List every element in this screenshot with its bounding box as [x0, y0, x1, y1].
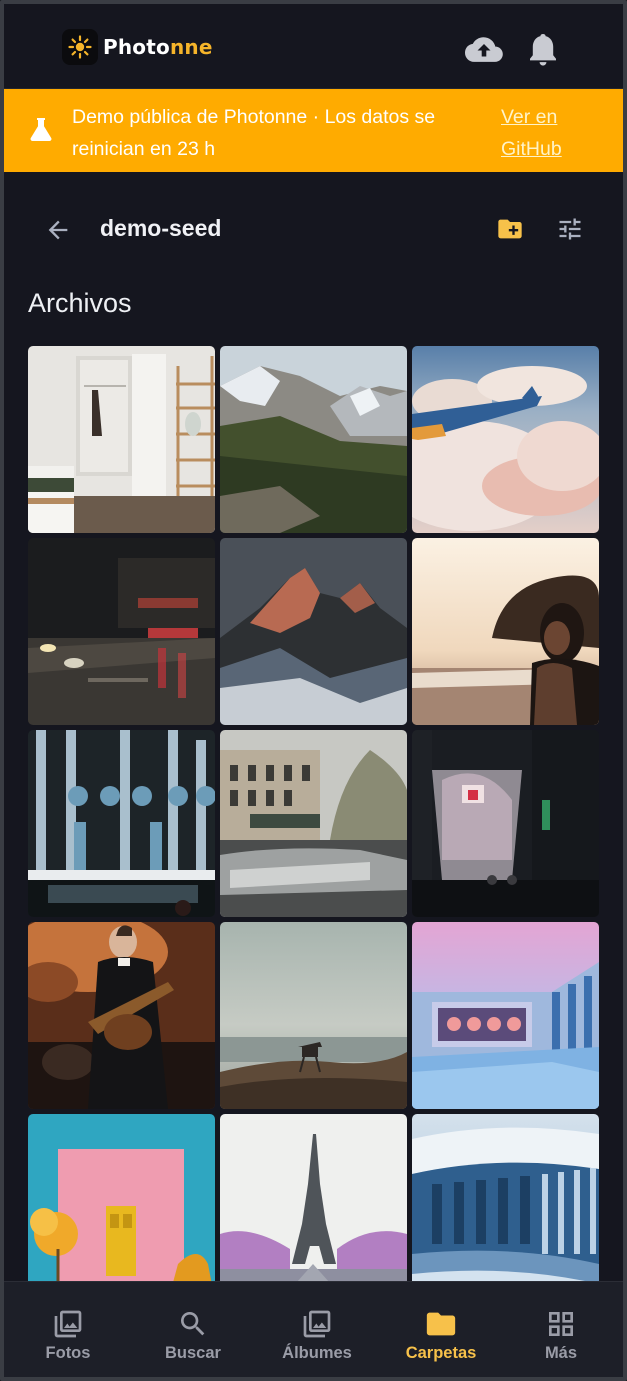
github-link[interactable]: Ver en GitHub	[501, 101, 591, 165]
brand[interactable]: Photonne	[62, 29, 213, 65]
photo-guitarist-in-tuxedo[interactable]	[28, 922, 215, 1109]
brand-name-part1: Photo	[103, 35, 170, 59]
section-title: Archivos	[28, 288, 132, 318]
photo-city-street-at-night[interactable]	[28, 538, 215, 725]
folder-icon	[423, 1306, 459, 1342]
tab-label-fotos: Fotos	[45, 1344, 91, 1362]
app-frame: Photonne Demo pública de Photonne · Los …	[0, 0, 627, 1381]
photo-bedroom-wardrobe-shelves[interactable]	[28, 346, 215, 533]
tab-carpetas[interactable]: Carpetas	[379, 1282, 503, 1377]
tab-label-mas: Más	[544, 1344, 578, 1362]
photo-eiffel-tower-pink-trees[interactable]	[220, 1114, 407, 1281]
sun-logo-icon	[62, 29, 98, 65]
folder-plus-icon[interactable]	[492, 211, 528, 247]
tab-fotos[interactable]: Fotos	[6, 1282, 130, 1377]
folder-name: demo-seed	[100, 215, 222, 241]
tab-mas[interactable]: Más	[499, 1282, 623, 1377]
demo-banner: Demo pública de Photonne · Los datos se …	[4, 89, 623, 172]
photo-woman-on-beach-sunset[interactable]	[412, 538, 599, 725]
photo-lifeguard-tower-seaside[interactable]	[220, 922, 407, 1109]
search-icon	[175, 1306, 211, 1342]
arrow-left-icon[interactable]	[40, 212, 76, 248]
cloud-upload-icon[interactable]	[464, 30, 504, 70]
tab-label-albumes: Álbumes	[282, 1344, 352, 1362]
tab-label-buscar: Buscar	[165, 1344, 221, 1362]
tune-icon[interactable]	[552, 211, 588, 247]
photo-icon	[50, 1306, 86, 1342]
photo-neon-alley-at-dusk[interactable]	[412, 730, 599, 917]
brand-name-part2: nne	[169, 35, 213, 59]
top-bar: Photonne	[4, 4, 623, 89]
photo-paris-street-blurred-car[interactable]	[220, 730, 407, 917]
folder-toolbar: demo-seed	[4, 172, 623, 284]
photo-grid	[28, 346, 599, 1281]
photo-blue-modern-architecture[interactable]	[412, 1114, 599, 1281]
photo-pink-house-yellow-door[interactable]	[28, 1114, 215, 1281]
albums-icon	[299, 1306, 335, 1342]
brand-name: Photonne	[103, 35, 213, 59]
tab-buscar[interactable]: Buscar	[131, 1282, 255, 1377]
banner-text: Demo pública de Photonne · Los datos se …	[72, 106, 436, 160]
tab-albumes[interactable]: Álbumes	[255, 1282, 379, 1377]
photo-airplane-wing-over-clouds[interactable]	[412, 346, 599, 533]
bottom-nav: Fotos Buscar Álbumes Carpetas Más	[4, 1281, 623, 1377]
tab-label-carpetas: Carpetas	[405, 1344, 477, 1362]
photo-industrial-pipes-facade[interactable]	[28, 730, 215, 917]
photo-mountain-peak-at-sunset[interactable]	[220, 538, 407, 725]
photo-pastel-pool-building[interactable]	[412, 922, 599, 1109]
grid-icon	[543, 1306, 579, 1342]
photo-snowy-mountains-forest[interactable]	[220, 346, 407, 533]
bell-icon[interactable]	[523, 30, 563, 70]
flask-icon	[30, 117, 52, 145]
